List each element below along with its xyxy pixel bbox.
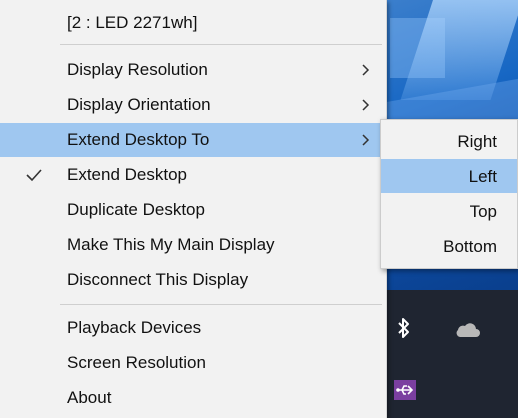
- submenu-arrow-icon: [362, 134, 370, 146]
- submenu-arrow-icon: [362, 64, 370, 76]
- menu-header-display-name: [2 : LED 2271wh]: [0, 6, 384, 40]
- display-name-label: [2 : LED 2271wh]: [67, 13, 198, 32]
- extend-desktop-submenu: Right Left Top Bottom: [380, 119, 518, 269]
- onedrive-cloud-icon[interactable]: [452, 320, 482, 340]
- menu-item-screen-resolution[interactable]: Screen Resolution: [0, 346, 384, 380]
- menu-item-display-orientation[interactable]: Display Orientation: [0, 88, 384, 122]
- checkmark-icon: [26, 169, 42, 182]
- context-menu: [2 : LED 2271wh] Display Resolution Disp…: [0, 0, 387, 418]
- menu-item-make-main-display[interactable]: Make This My Main Display: [0, 228, 384, 262]
- submenu-item-right[interactable]: Right: [381, 124, 517, 158]
- submenu-item-bottom[interactable]: Bottom: [381, 229, 517, 263]
- submenu-arrow-icon: [362, 99, 370, 111]
- submenu-item-left[interactable]: Left: [381, 159, 517, 193]
- menu-item-disconnect-display[interactable]: Disconnect This Display: [0, 263, 384, 297]
- menu-item-extend-desktop-to[interactable]: Extend Desktop To: [0, 123, 384, 157]
- menu-item-about[interactable]: About: [0, 381, 384, 415]
- submenu-item-top[interactable]: Top: [381, 194, 517, 228]
- menu-separator: [60, 304, 382, 305]
- menu-item-display-resolution[interactable]: Display Resolution: [0, 53, 384, 87]
- menu-item-playback-devices[interactable]: Playback Devices: [0, 311, 384, 345]
- system-tray: [380, 290, 518, 418]
- bluetooth-icon[interactable]: [394, 316, 414, 340]
- menu-separator: [60, 44, 382, 45]
- menu-item-extend-desktop[interactable]: Extend Desktop: [0, 158, 384, 192]
- usb-device-icon[interactable]: [392, 378, 418, 402]
- menu-item-duplicate-desktop[interactable]: Duplicate Desktop: [0, 193, 384, 227]
